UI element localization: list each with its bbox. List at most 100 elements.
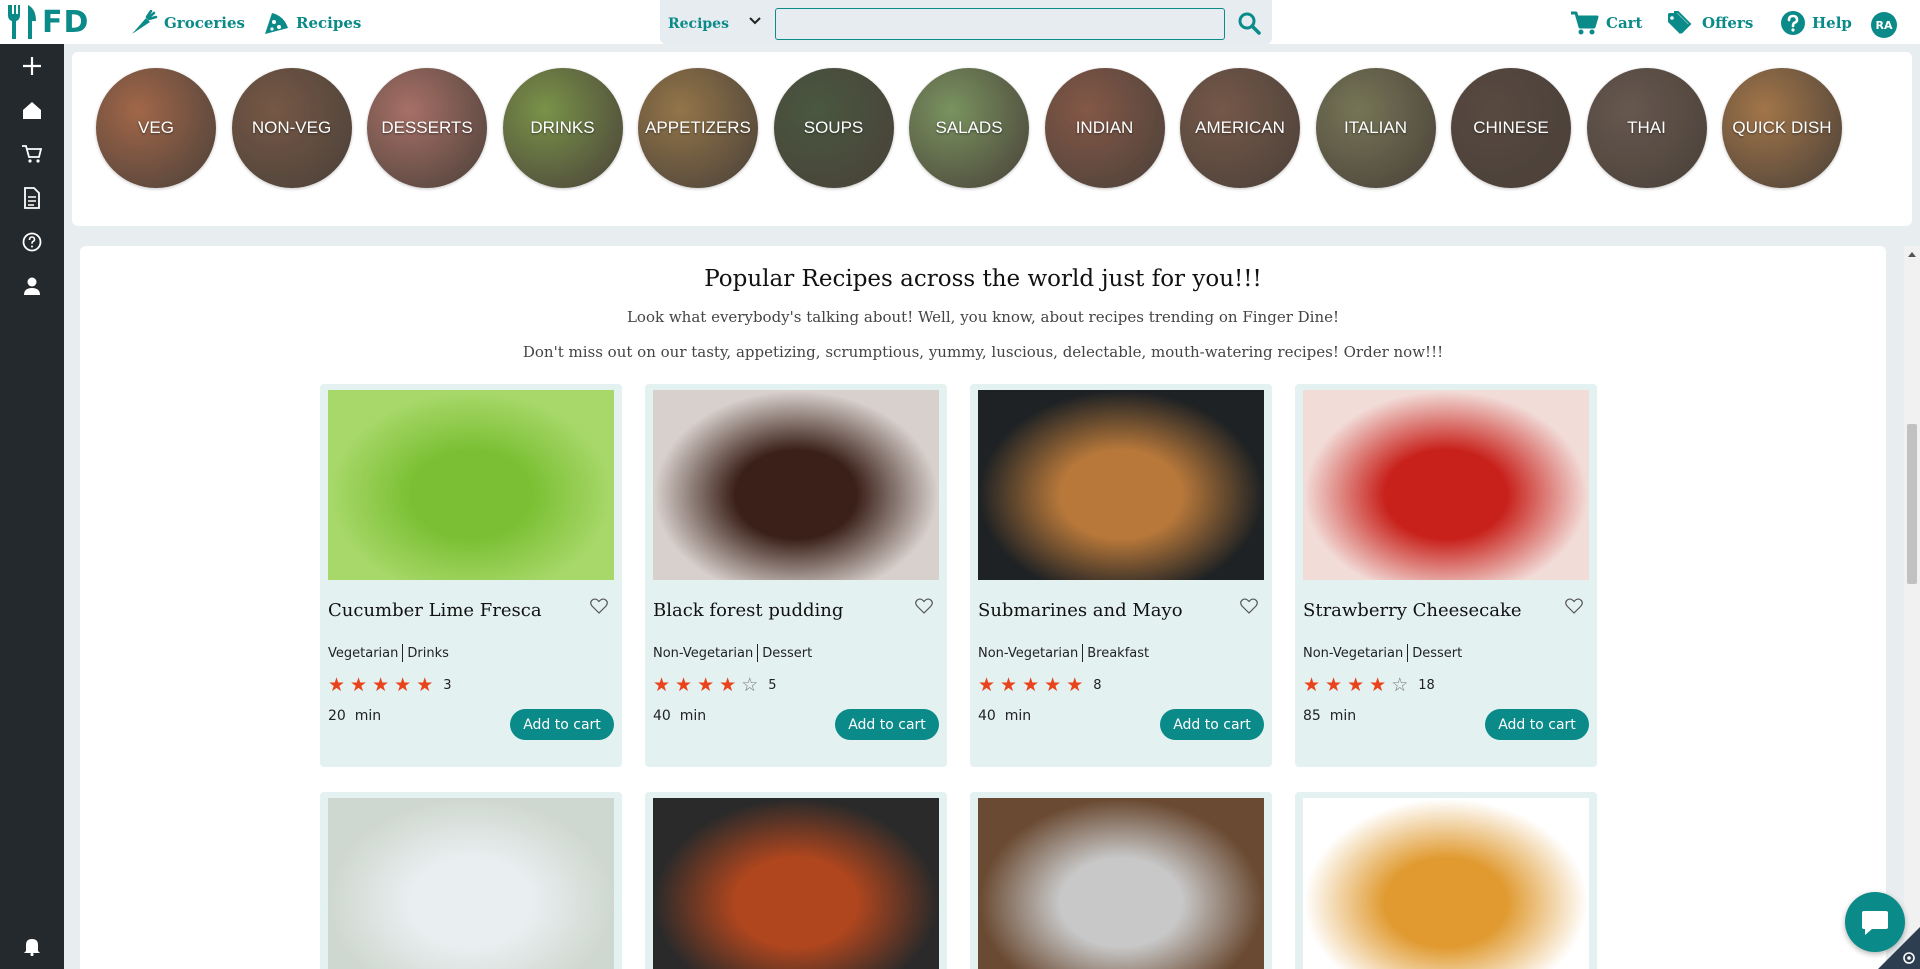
recipe-diet-tag: Non-Vegetarian [978,645,1079,661]
star-filled-icon[interactable]: ★ [675,676,692,695]
add-to-cart-button[interactable]: Add to cart [1485,709,1589,740]
star-filled-icon[interactable]: ★ [372,676,389,695]
category-label: SALADS [935,118,1003,137]
recipe-title[interactable]: Submarines and Mayo [978,600,1228,621]
pizza-icon [265,13,288,34]
heart-icon[interactable] [915,598,933,618]
star-filled-icon[interactable]: ★ [697,676,714,695]
category-label: CHINESE [1473,118,1549,137]
recipe-card[interactable] [320,792,622,969]
heart-icon[interactable] [590,598,608,618]
category-italian[interactable]: ITALIAN [1315,68,1436,188]
heart-icon[interactable] [1565,598,1583,618]
scroll-up-arrow[interactable] [1908,252,1916,257]
logo[interactable]: FD [4,2,90,42]
add-to-cart-button[interactable]: Add to cart [835,709,939,740]
category-thai[interactable]: THAI [1586,68,1707,188]
recipe-card[interactable] [1295,792,1597,969]
star-filled-icon[interactable]: ★ [978,676,995,695]
cook-time: 40 min [978,708,1032,724]
category-american[interactable]: AMERICAN [1180,68,1300,188]
category-non-veg[interactable]: NON-VEG [231,68,352,188]
search-input[interactable] [775,8,1225,40]
recipe-title[interactable]: Black forest pudding [653,600,903,621]
nav-help[interactable]: Help [1780,10,1852,36]
star-filled-icon[interactable]: ★ [653,676,670,695]
plus-icon[interactable] [20,54,44,78]
heart-icon[interactable] [1240,598,1258,618]
recipe-category-tag: Drinks [407,645,449,661]
category-salads[interactable]: SALADS [909,68,1029,188]
add-to-cart-button[interactable]: Add to cart [510,709,614,740]
star-filled-icon[interactable]: ★ [1066,676,1083,695]
recipe-image[interactable] [978,390,1264,580]
home-icon[interactable] [20,98,44,122]
rating-stars: ★ ★ ★ ★ ☆ 18 [1303,676,1435,695]
star-filled-icon[interactable]: ★ [719,676,736,695]
rating-stars: ★ ★ ★ ★ ★ 3 [328,676,452,695]
settings-corner[interactable] [1878,927,1920,969]
recipe-card[interactable] [645,792,947,969]
document-icon[interactable] [20,186,44,210]
category-soups[interactable]: SOUPS [773,68,894,188]
recipe-card[interactable]: Black forest pudding Non-Vegetarian Desser… [645,384,947,767]
category-indian[interactable]: INDIAN [1044,68,1165,188]
section-subtitle-2: Don't miss out on our tasty, appetizing,… [522,343,1444,361]
star-filled-icon[interactable]: ★ [1044,676,1061,695]
category-drinks[interactable]: DRINKS [502,68,623,188]
category-label: THAI [1627,118,1666,137]
star-filled-icon[interactable]: ★ [350,676,367,695]
recipe-image[interactable] [328,798,614,969]
category-veg[interactable]: VEG [96,68,216,188]
search-button[interactable] [1234,8,1264,38]
nav-recipes-label: Recipes [296,14,362,32]
star-filled-icon[interactable]: ★ [328,676,345,695]
star-filled-icon[interactable]: ★ [1347,676,1364,695]
star-filled-icon[interactable]: ★ [1369,676,1386,695]
recipe-title[interactable]: Strawberry Cheesecake [1303,600,1553,621]
star-empty-icon[interactable]: ☆ [1391,676,1408,695]
cart-icon[interactable] [20,142,44,166]
category-appetizers[interactable]: APPETIZERS [638,68,758,188]
category-quick-dish[interactable]: QUICK DISH [1722,68,1842,188]
category-chinese[interactable]: CHINESE [1451,68,1571,188]
recipe-image[interactable] [653,390,939,580]
star-filled-icon[interactable]: ★ [394,676,411,695]
scroll-thumb[interactable] [1907,424,1917,584]
category-label: DRINKS [530,118,595,137]
recipe-image[interactable] [328,390,614,580]
category-label: NON-VEG [251,118,332,137]
nav-help-label: Help [1812,14,1852,32]
category-label: SOUPS [803,118,864,137]
recipe-image[interactable] [653,798,939,969]
bell-icon[interactable] [20,934,44,958]
recipe-card[interactable]: Strawberry Cheesecake Non-Vegetarian Desse… [1295,384,1597,767]
recipe-image[interactable] [1303,798,1589,969]
star-filled-icon[interactable]: ★ [1022,676,1039,695]
search-category-select[interactable]: Recipes [668,10,768,38]
chevron-down-icon [749,17,761,25]
category-desserts[interactable]: DESSERTS [367,68,487,188]
nav-cart[interactable]: Cart [1570,10,1643,36]
recipe-card[interactable]: Cucumber Lime Fresca Vegetarian Drinks ★ ★ ★ ★… [320,384,622,767]
nav-offers[interactable]: Offers [1666,10,1753,36]
recipe-card[interactable] [970,792,1272,969]
nav-groceries[interactable]: Groceries [128,8,245,38]
star-filled-icon[interactable]: ★ [1303,676,1320,695]
star-empty-icon[interactable]: ☆ [741,676,758,695]
user-icon[interactable] [20,274,44,298]
recipe-image[interactable] [978,798,1264,969]
help-icon[interactable] [20,230,44,254]
rating-count: 5 [768,678,777,693]
recipes-section: Popular Recipes across the world just fo… [80,246,1886,969]
scrollbar[interactable] [1904,246,1920,969]
star-filled-icon[interactable]: ★ [416,676,433,695]
recipe-card[interactable]: Submarines and Mayo Non-Vegetarian Breakfa… [970,384,1272,767]
user-avatar[interactable]: RA [1871,12,1897,38]
add-to-cart-button[interactable]: Add to cart [1160,709,1264,740]
recipe-image[interactable] [1303,390,1589,580]
star-filled-icon[interactable]: ★ [1000,676,1017,695]
recipe-title[interactable]: Cucumber Lime Fresca [328,600,578,621]
star-filled-icon[interactable]: ★ [1325,676,1342,695]
nav-recipes[interactable]: Recipes [262,8,361,38]
